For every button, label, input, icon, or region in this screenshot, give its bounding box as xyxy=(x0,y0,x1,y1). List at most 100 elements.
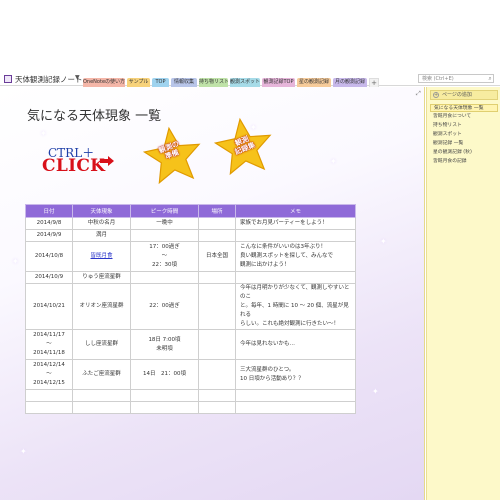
sparkle-icon: ✦ xyxy=(40,129,47,138)
table-row: 2014/10/8 皆既月食 17：00過ぎ ～ 22：30頃 日本全国 こんなに条件がいい… xyxy=(25,241,356,272)
chevron-down-icon[interactable]: ▼ xyxy=(75,74,80,81)
cell-peak-line: 22：00過ぎ xyxy=(149,303,180,309)
column-header-memo: メモ xyxy=(235,204,356,218)
cell-date: 2014/9/8 xyxy=(25,217,73,230)
cell-peak: 22：00過ぎ xyxy=(130,283,199,330)
cell-date: 2014/12/14 ～ 2014/12/15 xyxy=(25,359,73,390)
search-icon[interactable]: ⌕ xyxy=(486,74,494,83)
cell-date: 2014/11/17 ～ 2014/11/18 xyxy=(25,329,73,360)
cell-place xyxy=(198,359,236,390)
cell-peak-line: 22：30頃 xyxy=(152,262,177,268)
cell-peak-line: 14日 21：00頃 xyxy=(143,371,186,377)
cell-memo-line: 良い観測スポットを探して、みんなで xyxy=(240,253,334,259)
cell-memo-line: 今年は月明かりが少なくて、観測しやすいとのこ xyxy=(240,285,350,300)
cell-date-line: ～ xyxy=(46,341,52,347)
cell-peak: 17：00過ぎ ～ 22：30頃 xyxy=(130,241,199,272)
cell-memo-line: 三大流星群のひとつ。 xyxy=(240,366,295,373)
table-row: 2014/12/14 ～ 2014/12/15 ふたご座流星群 14日 21：00頃 三大… xyxy=(25,359,356,390)
cell-date-line: 2014/11/17 xyxy=(33,332,65,338)
table-row: 2014/10/21 オリオン座流星群 22：00過ぎ 今年は月明かりが少なくて、観測… xyxy=(25,283,356,330)
section-tab[interactable]: 観測記録TOP xyxy=(262,78,295,87)
page-list-item[interactable]: 持ち物リスト xyxy=(430,122,498,130)
cell-peak: 14日 21：00頃 xyxy=(130,359,199,390)
add-page-button[interactable]: + ページの追加 xyxy=(430,90,498,100)
cell-event xyxy=(72,389,131,402)
cell-date-line: 2014/9/9 xyxy=(36,232,62,238)
cell-memo-line: 今年は見れないかも… xyxy=(240,341,296,347)
section-tab[interactable]: 情報収集 xyxy=(171,78,197,87)
cell-memo-line: 10 日頃から活動あり？？ xyxy=(240,375,304,382)
cell-event: 満月 xyxy=(72,229,131,242)
cell-date-line: 2014/9/8 xyxy=(36,220,62,226)
section-tab[interactable]: 持ち物リスト xyxy=(199,78,228,87)
cell-date xyxy=(25,401,73,414)
cell-memo: こんなに条件がいいのは3年ぶり！ 良い観測スポットを探して、みんなで 観測に出かけよ… xyxy=(235,241,356,272)
cell-memo: 今年は月明かりが少なくて、観測しやすいとのこ と。毎年、1 時間に 10 ～ 20… xyxy=(235,283,356,330)
cell-place xyxy=(198,283,236,330)
cell-event: 中秋の名月 xyxy=(72,217,131,230)
column-header-place: 場所 xyxy=(198,204,236,218)
sparkle-icon: ✦ xyxy=(330,157,337,166)
cell-memo xyxy=(235,389,356,402)
cell-memo xyxy=(235,401,356,414)
cell-place xyxy=(198,271,236,284)
add-section-button[interactable]: + xyxy=(369,78,379,87)
cell-date-line: 2014/10/21 xyxy=(33,303,65,309)
cell-peak-line: 一晩中 xyxy=(156,220,173,226)
cell-date-line: 2014/12/15 xyxy=(33,380,65,386)
section-tab[interactable]: 観測スポット xyxy=(230,78,260,87)
cell-peak xyxy=(130,389,199,402)
section-tab[interactable]: TOP xyxy=(152,78,169,87)
cell-event: オリオン座流星群 xyxy=(72,283,131,330)
cell-peak xyxy=(130,229,199,242)
cell-peak xyxy=(130,271,199,284)
section-tab[interactable]: 星の観測記録 xyxy=(297,78,331,87)
arrow-right-icon xyxy=(100,156,114,166)
cell-place: 日本全国 xyxy=(198,241,236,272)
cell-place xyxy=(198,229,236,242)
cell-memo-line: こんなに条件がいいのは3年ぶり！ xyxy=(240,244,327,250)
table-row: 2014/10/9 りゅう座流星群 xyxy=(25,271,356,284)
cell-peak: 一晩中 xyxy=(130,217,199,230)
cell-date: 2014/10/8 xyxy=(25,241,73,272)
cell-peak-line: 未明頃 xyxy=(156,345,173,352)
cell-peak-line: 17：00過ぎ xyxy=(149,244,180,250)
cell-place xyxy=(198,401,236,414)
page-list-item[interactable]: 気になる天体現象 一覧 xyxy=(430,104,498,112)
table-row: 2014/9/9 満月 xyxy=(25,229,356,242)
cell-date-line: 2014/10/8 xyxy=(34,253,64,259)
cell-peak xyxy=(130,401,199,414)
sparkle-icon: ✦ xyxy=(372,387,379,396)
page-list-item[interactable]: 観測記録 一覧 xyxy=(430,140,498,148)
page-list-item[interactable]: 皆既月食の記録 xyxy=(430,158,498,166)
cell-event[interactable]: 皆既月食 xyxy=(72,241,131,272)
page-list-panel: + ページの追加 気になる天体現象 一覧 皆既月食について 持ち物リスト 観測スポット… xyxy=(426,87,500,500)
cell-event: りゅう座流星群 xyxy=(72,271,131,284)
cell-event: しし座流星群 xyxy=(72,329,131,360)
section-tab[interactable]: OneNoteの使い方 xyxy=(83,78,125,87)
column-header-event: 天体現象 xyxy=(72,204,131,218)
page-list-item[interactable]: 星の観測記録 (秋) xyxy=(430,149,498,157)
page-list-item[interactable]: 観測スポット xyxy=(430,131,498,139)
cell-peak: 18日 7:00頃 未明頃 xyxy=(130,329,199,360)
search-input[interactable]: 検索 (Ctrl+E) xyxy=(418,74,494,83)
cell-memo: 三大流星群のひとつ。 10 日頃から活動あり？？ xyxy=(235,359,356,390)
sparkle-icon: ✦ xyxy=(12,257,19,266)
cell-memo-line: 観測に出かけよう！ xyxy=(240,262,290,268)
sparkle-icon: ✦ xyxy=(380,237,387,246)
cell-date-line: 2014/10/9 xyxy=(34,274,64,280)
table-row xyxy=(25,389,356,402)
page-list-item[interactable]: 皆既月食について xyxy=(430,113,498,121)
table-row: 2014/9/8 中秋の名月 一晩中 家族でお月見パーティーをしよう！ xyxy=(25,217,356,230)
expand-icon[interactable]: ⤢ xyxy=(416,90,421,98)
cell-date-line: ～ xyxy=(46,371,52,377)
column-header-peak: ピーク時間 xyxy=(130,204,199,218)
section-tab[interactable]: 月の観測記録 xyxy=(333,78,367,87)
onenote-window: 天体観測記録ノート ▼ OneNoteの使い方 サンプル TOP 情報収集 持ち物リスト… xyxy=(0,0,500,500)
notebook-title[interactable]: 天体観測記録ノート xyxy=(15,74,83,85)
section-tab[interactable]: サンプル xyxy=(127,78,150,87)
cell-memo-line: 家族でお月見パーティーをしよう！ xyxy=(240,220,328,226)
table-row xyxy=(25,401,356,414)
cell-date-line: 2014/12/14 xyxy=(33,362,65,368)
plus-circle-icon: + xyxy=(433,92,439,98)
